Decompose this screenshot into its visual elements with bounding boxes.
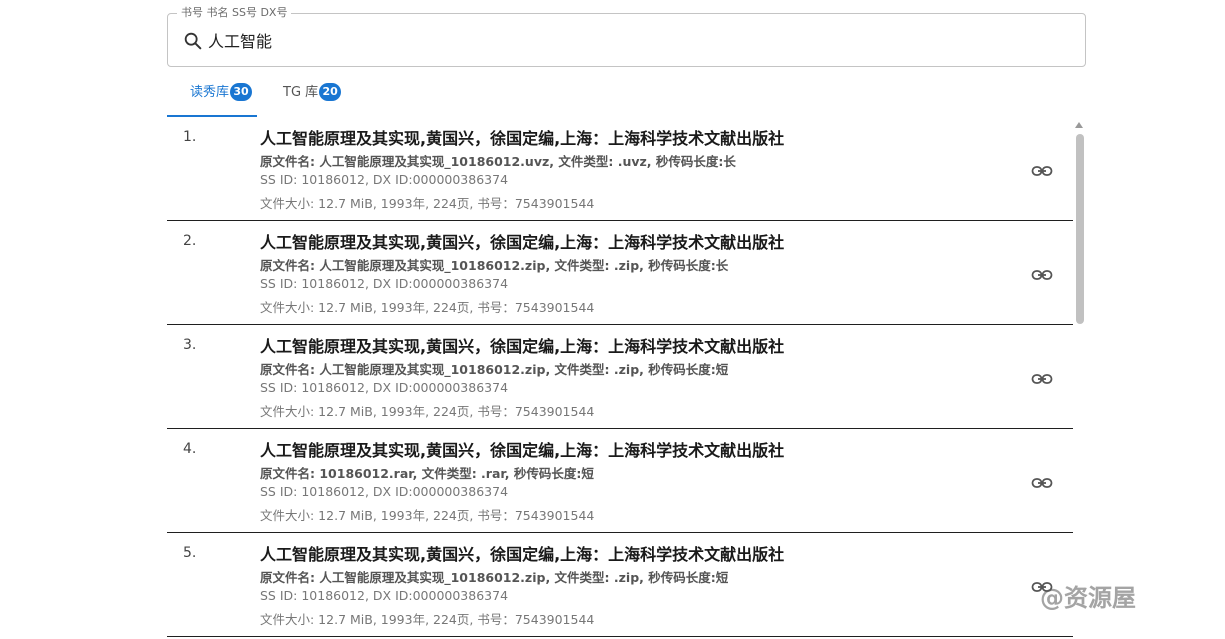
item-index: 4. — [183, 441, 197, 457]
search-field[interactable]: 书号 书名 SS号 DX号 — [167, 6, 1086, 67]
item-index: 2. — [183, 233, 197, 249]
tab-tg-count-badge: 20 — [319, 83, 342, 101]
item-ids: SS ID: 10186012, DX ID:000000386374 — [260, 172, 509, 187]
item-index: 5. — [183, 545, 197, 561]
item-meta: 文件大小: 12.7 MiB, 1993年, 224页, 书号：75439015… — [260, 196, 595, 211]
item-title: 人工智能原理及其实现,黄国兴，徐国定编,上海：上海科学技术文献出版社 — [260, 337, 785, 356]
item-meta: 文件大小: 12.7 MiB, 1993年, 224页, 书号：75439015… — [260, 404, 595, 419]
search-icon — [184, 32, 202, 50]
link-icon[interactable] — [1030, 471, 1054, 495]
item-meta: 文件大小: 12.7 MiB, 1993年, 224页, 书号：75439015… — [260, 612, 595, 627]
item-file-info: 原文件名: 10186012.rar, 文件类型: .rar, 秒传码长度:短 — [260, 466, 594, 481]
item-meta: 文件大小: 12.7 MiB, 1993年, 224页, 书号：75439015… — [260, 508, 595, 523]
item-ids: SS ID: 10186012, DX ID:000000386374 — [260, 276, 509, 291]
result-list: 1. 人工智能原理及其实现,黄国兴，徐国定编,上海：上海科学技术文献出版社 原文… — [167, 117, 1073, 639]
list-item[interactable]: 5. 人工智能原理及其实现,黄国兴，徐国定编,上海：上海科学技术文献出版社 原文… — [167, 533, 1073, 637]
item-file-info: 原文件名: 人工智能原理及其实现_10186012.zip, 文件类型: .zi… — [260, 362, 729, 377]
search-input[interactable] — [208, 26, 1068, 54]
item-title: 人工智能原理及其实现,黄国兴，徐国定编,上海：上海科学技术文献出版社 — [260, 545, 785, 564]
item-title: 人工智能原理及其实现,黄国兴，徐国定编,上海：上海科学技术文献出版社 — [260, 233, 785, 252]
tab-tg-label: TG 库 — [283, 85, 319, 100]
item-title: 人工智能原理及其实现,黄国兴，徐国定编,上海：上海科学技术文献出版社 — [260, 129, 785, 148]
item-title: 人工智能原理及其实现,黄国兴，徐国定编,上海：上海科学技术文献出版社 — [260, 441, 785, 460]
search-field-label: 书号 书名 SS号 DX号 — [177, 6, 292, 20]
list-item[interactable]: 1. 人工智能原理及其实现,黄国兴，徐国定编,上海：上海科学技术文献出版社 原文… — [167, 117, 1073, 221]
item-index: 1. — [183, 129, 197, 145]
item-ids: SS ID: 10186012, DX ID:000000386374 — [260, 380, 509, 395]
tab-duxiu-label: 读秀库 — [190, 85, 230, 100]
scrollbar-thumb[interactable] — [1076, 134, 1084, 324]
scroll-up-arrow[interactable] — [1075, 122, 1083, 128]
list-item[interactable]: 3. 人工智能原理及其实现,黄国兴，徐国定编,上海：上海科学技术文献出版社 原文… — [167, 325, 1073, 429]
list-item[interactable]: 4. 人工智能原理及其实现,黄国兴，徐国定编,上海：上海科学技术文献出版社 原文… — [167, 429, 1073, 533]
item-meta: 文件大小: 12.7 MiB, 1993年, 224页, 书号：75439015… — [260, 300, 595, 315]
tab-duxiu[interactable]: 读秀库 30 — [190, 78, 253, 116]
scrollbar[interactable] — [1074, 132, 1084, 637]
item-file-info: 原文件名: 人工智能原理及其实现_10186012.uvz, 文件类型: .uv… — [260, 154, 736, 169]
link-icon[interactable] — [1030, 159, 1054, 183]
watermark: @资源屋 — [1040, 584, 1136, 612]
item-ids: SS ID: 10186012, DX ID:000000386374 — [260, 588, 509, 603]
item-file-info: 原文件名: 人工智能原理及其实现_10186012.zip, 文件类型: .zi… — [260, 570, 729, 585]
link-icon[interactable] — [1030, 263, 1054, 287]
item-ids: SS ID: 10186012, DX ID:000000386374 — [260, 484, 509, 499]
link-icon[interactable] — [1030, 367, 1054, 391]
tab-tg[interactable]: TG 库 20 — [283, 78, 342, 116]
tab-duxiu-count-badge: 30 — [230, 83, 253, 101]
item-file-info: 原文件名: 人工智能原理及其实现_10186012.zip, 文件类型: .zi… — [260, 258, 729, 273]
item-index: 3. — [183, 337, 197, 353]
list-item[interactable]: 2. 人工智能原理及其实现,黄国兴，徐国定编,上海：上海科学技术文献出版社 原文… — [167, 221, 1073, 325]
